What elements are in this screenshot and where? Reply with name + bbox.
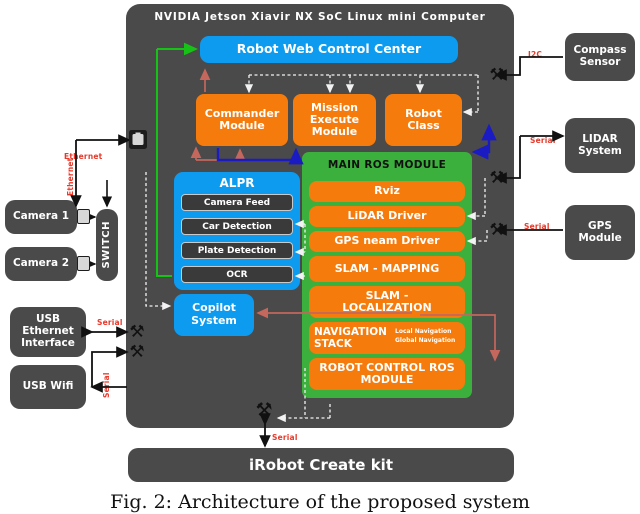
ros-item-rviz[interactable]: Rviz bbox=[309, 181, 465, 202]
bus-label-serial-lidar: Serial bbox=[530, 136, 556, 145]
bus-label-serial-usb-ethernet: Serial bbox=[97, 318, 123, 327]
irobot-create-kit[interactable]: iRobot Create kit bbox=[128, 448, 514, 482]
bus-label-serial-gps: Serial bbox=[524, 222, 550, 231]
usb-icon-soc-left-1: ⚒ bbox=[129, 322, 145, 342]
ros-item-gps-neam-driver[interactable]: GPS neam Driver bbox=[309, 231, 465, 252]
navigation-stack-sub-local: Local Navigation bbox=[395, 328, 452, 335]
navigation-stack-sub-global: Global Navigation bbox=[395, 337, 456, 344]
alpr-item-plate-detection[interactable]: Plate Detection bbox=[181, 242, 293, 259]
usb-icon-soc-bottom: ⚒ bbox=[255, 399, 273, 421]
alpr-item-car-detection[interactable]: Car Detection bbox=[181, 218, 293, 235]
mission-execute-module[interactable]: Mission Execute Module bbox=[293, 94, 376, 146]
ros-item-navigation-stack[interactable]: NAVIGATION STACK Local Navigation Global… bbox=[309, 322, 465, 354]
alpr-item-camera-feed[interactable]: Camera Feed bbox=[181, 194, 293, 211]
device-compass-sensor[interactable]: Compass Sensor bbox=[565, 33, 635, 81]
network-switch-label: SWITCH bbox=[101, 221, 113, 269]
ros-item-slam-localization[interactable]: SLAM - LOCALIZATION bbox=[309, 286, 465, 318]
robot-class-module[interactable]: Robot Class bbox=[385, 94, 462, 146]
device-usb-wifi[interactable]: USB Wifi bbox=[10, 365, 86, 409]
navigation-stack-label: NAVIGATION STACK bbox=[314, 326, 387, 351]
figure-canvas: NVIDIA Jetson Xiavir NX SoC Linux mini C… bbox=[0, 0, 640, 514]
figure-caption: Fig. 2: Architecture of the proposed sys… bbox=[110, 491, 530, 513]
device-gps-module[interactable]: GPS Module bbox=[565, 205, 635, 260]
camera-2-port-icon bbox=[77, 256, 90, 271]
device-usb-ethernet-interface[interactable]: USB Ethernet Interface bbox=[10, 307, 86, 357]
usb-icon-soc-left-2: ⚒ bbox=[129, 342, 145, 362]
alpr-title: ALPR bbox=[219, 176, 255, 190]
usb-icon-soc-right-2: ⚒ bbox=[489, 168, 505, 188]
bus-label-i2c-compass: I2C bbox=[528, 50, 543, 59]
ros-item-slam-mapping[interactable]: SLAM - MAPPING bbox=[309, 256, 465, 282]
bus-label-serial-base: Serial bbox=[272, 433, 298, 442]
camera-1-port-icon bbox=[77, 209, 90, 224]
device-camera-2[interactable]: Camera 2 bbox=[5, 247, 77, 281]
bus-label-ethernet-text: Ethernet bbox=[66, 157, 75, 196]
commander-module[interactable]: Commander Module bbox=[196, 94, 288, 146]
soc-title: NVIDIA Jetson Xiavir NX SoC Linux mini C… bbox=[154, 11, 486, 23]
usb-icon-soc-right-1: ⚒ bbox=[489, 65, 505, 85]
ros-item-robot-control-ros-module[interactable]: ROBOT CONTROL ROS MODULE bbox=[309, 358, 465, 390]
bus-label-serial-usb-wifi: Serial bbox=[102, 372, 111, 398]
copilot-system[interactable]: Copilot System bbox=[174, 294, 254, 336]
main-ros-module-title: MAIN ROS MODULE bbox=[327, 159, 447, 171]
alpr-item-ocr[interactable]: OCR bbox=[181, 266, 293, 283]
ros-item-lidar-driver[interactable]: LiDAR Driver bbox=[309, 206, 465, 227]
usb-icon-soc-right-3: ⚒ bbox=[489, 220, 505, 240]
network-switch[interactable]: SWITCH bbox=[96, 209, 118, 281]
device-camera-1[interactable]: Camera 1 bbox=[5, 200, 77, 234]
device-lidar-system[interactable]: LIDAR System bbox=[565, 118, 635, 173]
robot-web-control-center[interactable]: Robot Web Control Center bbox=[200, 36, 458, 63]
